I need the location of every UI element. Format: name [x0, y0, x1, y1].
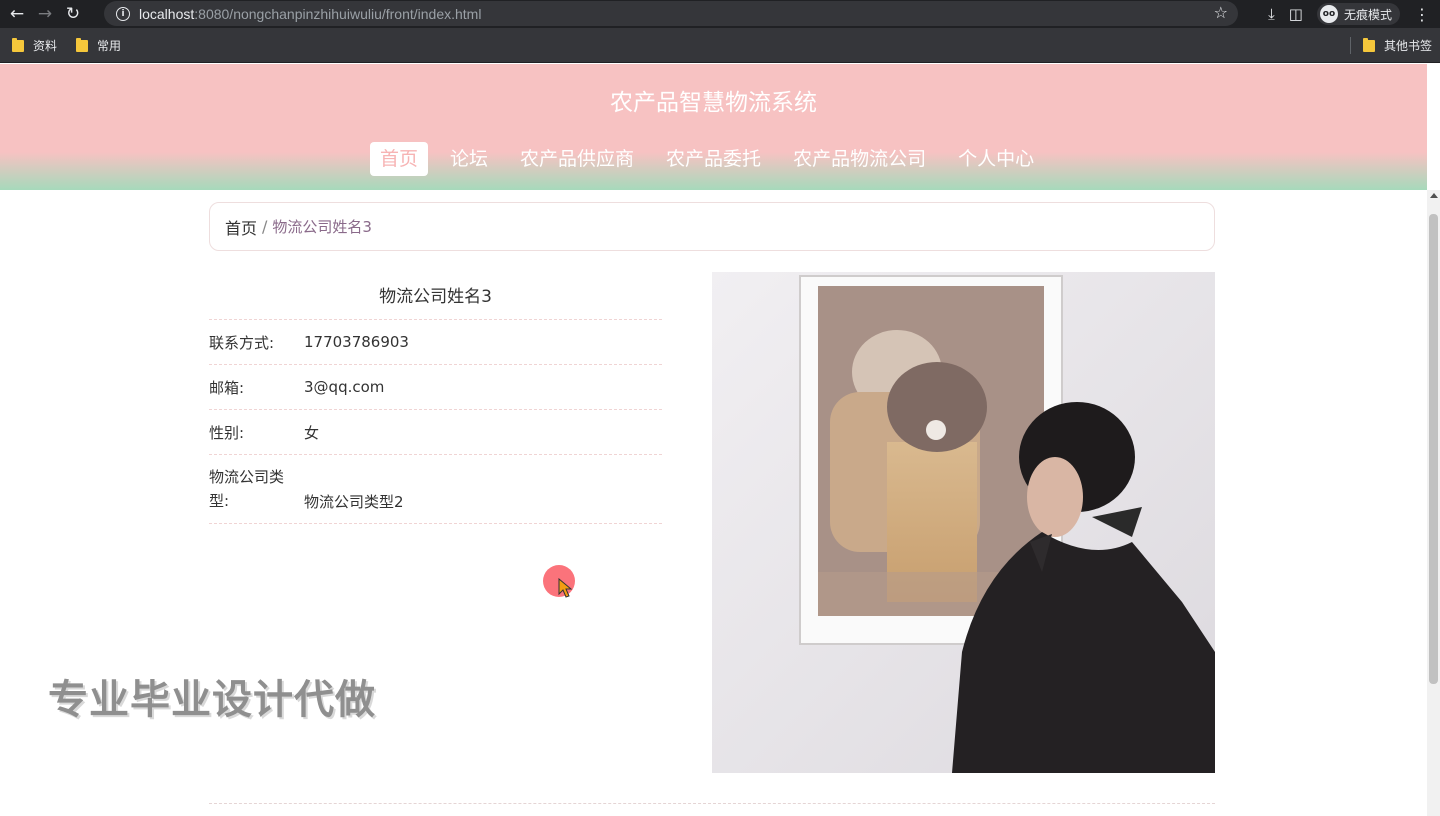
download-icon[interactable]: ⤓ [1268, 5, 1275, 23]
detail-value: 3@qq.com [304, 378, 385, 396]
nav-item-commission[interactable]: 农产品委托 [656, 142, 771, 176]
detail-value: 女 [304, 423, 320, 442]
detail-list: 联系方式: 17703786903 邮箱: 3@qq.com 性别: 女 物流公… [209, 319, 662, 524]
url-path: :8080/nongchanpinzhihuiwuliu/front/index… [194, 5, 482, 22]
detail-title: 物流公司姓名3 [379, 287, 492, 307]
main-nav: 首页 论坛 农产品供应商 农产品委托 农产品物流公司 个人中心 [370, 142, 1056, 176]
folder-icon [1363, 37, 1375, 52]
more-menu-icon[interactable]: ⋮ [1414, 5, 1430, 24]
browser-toolbar: ← → ↻ i localhost:8080/nongchanpinzhihui… [0, 0, 1440, 28]
bookmark-folder-changyong[interactable]: 常用 [76, 37, 121, 54]
incognito-icon: oo [1319, 5, 1338, 23]
detail-label: 联系方式: [209, 333, 275, 352]
breadcrumb-current: 物流公司姓名3 [272, 218, 372, 236]
detail-label: 邮箱: [209, 378, 245, 397]
detail-label: 性别: [209, 423, 245, 442]
nav-item-logistics-company[interactable]: 农产品物流公司 [783, 142, 936, 176]
side-panel-icon[interactable]: ◫ [1289, 5, 1303, 23]
detail-row-email: 邮箱: 3@qq.com [209, 364, 662, 409]
folder-icon [76, 37, 88, 52]
bookmark-star-icon[interactable]: ☆ [1214, 3, 1228, 22]
breadcrumb: 首页 / 物流公司姓名3 [209, 202, 1215, 251]
incognito-badge[interactable]: oo 无痕模式 [1316, 3, 1400, 25]
forward-icon[interactable]: → [34, 3, 56, 25]
mouse-cursor-icon [558, 578, 573, 598]
bookmark-folder-other[interactable]: 其他书签 [1363, 37, 1432, 54]
bookmark-label: 资料 [33, 39, 58, 53]
site-info-icon[interactable]: i [116, 6, 130, 21]
page-scrollbar[interactable] [1427, 190, 1440, 816]
back-icon[interactable]: ← [6, 3, 28, 25]
bookmark-label: 常用 [97, 39, 122, 53]
nav-item-personal-center[interactable]: 个人中心 [948, 142, 1044, 176]
reload-icon[interactable]: ↻ [62, 3, 84, 25]
nav-item-forum[interactable]: 论坛 [440, 142, 498, 176]
watermark-text: 专业毕业设计代做 [48, 677, 376, 723]
bookmarks-bar: 资料 常用 其他书签 [0, 28, 1440, 63]
scroll-up-icon[interactable] [1430, 193, 1438, 198]
breadcrumb-separator: / [262, 217, 268, 236]
detail-row-gender: 性别: 女 [209, 409, 662, 454]
site-title: 农产品智慧物流系统 [610, 90, 817, 116]
content-bottom-divider [209, 803, 1215, 804]
detail-row-contact: 联系方式: 17703786903 [209, 319, 662, 364]
breadcrumb-home[interactable]: 首页 [225, 215, 257, 239]
nav-item-supplier[interactable]: 农产品供应商 [510, 142, 644, 176]
url-host: localhost [139, 5, 195, 22]
scroll-thumb[interactable] [1429, 214, 1438, 684]
nav-item-home[interactable]: 首页 [370, 142, 429, 176]
address-bar[interactable]: i localhost:8080/nongchanpinzhihuiwuliu/… [104, 1, 1238, 26]
bookmark-folder-ziliao[interactable]: 资料 [12, 37, 57, 54]
site-header: 农产品智慧物流系统 首页 论坛 农产品供应商 农产品委托 农产品物流公司 个人中… [0, 64, 1427, 190]
folder-icon [12, 37, 24, 52]
company-photo [712, 272, 1215, 773]
bookmarks-divider [1350, 37, 1351, 54]
detail-row-company-type: 物流公司类型: 物流公司类型2 [209, 454, 662, 523]
detail-divider [209, 523, 662, 524]
detail-label: 物流公司类型: [209, 468, 285, 510]
detail-value: 物流公司类型2 [304, 493, 404, 511]
bookmark-label: 其他书签 [1384, 39, 1433, 53]
photo-illustration [712, 272, 1215, 773]
incognito-label: 无痕模式 [1343, 7, 1392, 22]
detail-value: 17703786903 [304, 333, 409, 351]
url-text: localhost:8080/nongchanpinzhihuiwuliu/fr… [139, 6, 481, 22]
